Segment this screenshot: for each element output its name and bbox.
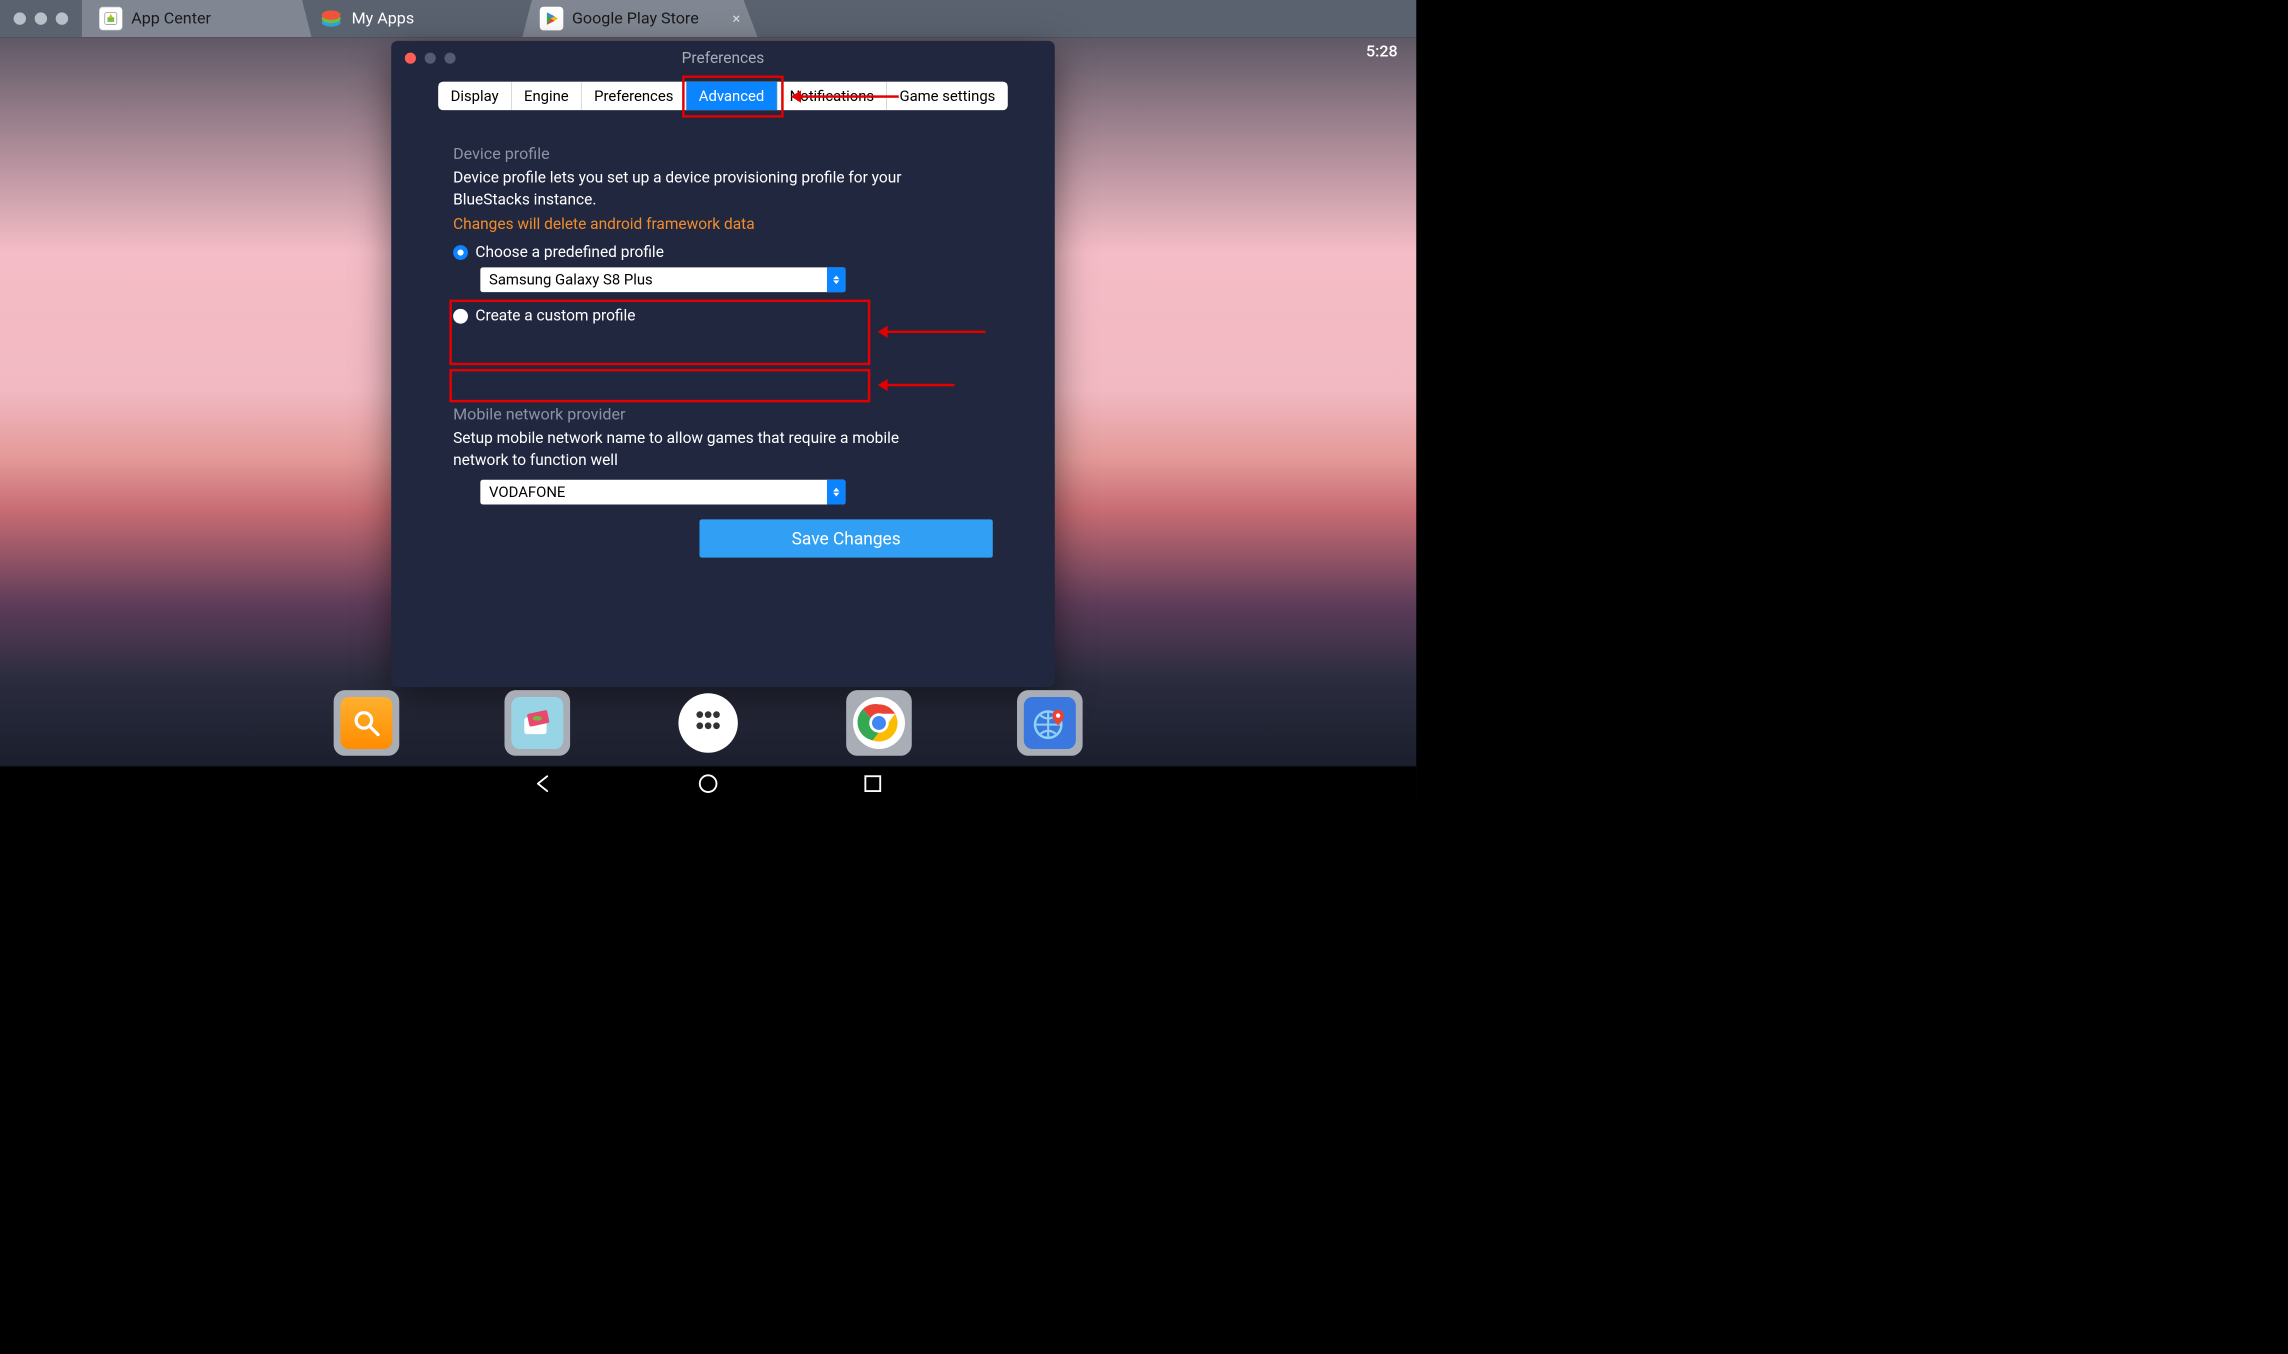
device-profile-description: Device profile lets you set up a device …: [453, 167, 948, 210]
traffic-zoom[interactable]: [56, 12, 68, 24]
tab-label: App Center: [131, 9, 211, 28]
radio-label: Create a custom profile: [475, 307, 635, 325]
network-description: Setup mobile network name to allow games…: [453, 428, 948, 471]
window-traffic-lights: [0, 0, 82, 37]
seg-preferences[interactable]: Preferences: [582, 82, 687, 110]
status-time: 5:28: [1366, 42, 1398, 61]
dock-app-drawer[interactable]: [675, 690, 741, 756]
tab-label: My Apps: [352, 9, 415, 28]
seg-advanced[interactable]: Advanced: [686, 82, 777, 110]
select-value: VODAFONE: [489, 483, 565, 500]
play-store-icon: [540, 7, 564, 31]
save-label: Save Changes: [792, 528, 901, 548]
window-tabbar: App Center My Apps Google Play Store ×: [0, 0, 1416, 37]
close-icon[interactable]: ×: [732, 10, 740, 27]
apps-icon: [678, 693, 737, 752]
chrome-icon: [853, 697, 905, 749]
dock-maps[interactable]: [1017, 690, 1083, 756]
network-heading: Mobile network provider: [453, 405, 993, 424]
radio-icon: [453, 309, 468, 324]
prefs-segmented-control: Display Engine Preferences Advanced Noti…: [438, 82, 1007, 110]
device-profile-warning: Changes will delete android framework da…: [453, 215, 993, 233]
radio-predefined-profile[interactable]: Choose a predefined profile: [453, 243, 993, 261]
seg-display[interactable]: Display: [438, 82, 511, 110]
tab-label: Google Play Store: [572, 9, 699, 28]
predefined-profile-select[interactable]: Samsung Galaxy S8 Plus: [480, 267, 845, 292]
annotation-box-custom: [449, 369, 870, 402]
radio-custom-profile[interactable]: Create a custom profile: [453, 307, 993, 325]
dock-chrome[interactable]: [846, 690, 912, 756]
tab-my-apps[interactable]: My Apps: [302, 0, 537, 37]
radio-icon: [453, 245, 468, 260]
tab-app-center[interactable]: App Center: [82, 0, 317, 37]
nav-recents-button[interactable]: [862, 773, 884, 798]
annotation-arrow-custom: [880, 384, 954, 386]
android-nav-bar: [0, 766, 1416, 803]
device-profile-heading: Device profile: [453, 145, 993, 164]
dock-media-manager[interactable]: [504, 690, 570, 756]
search-icon: [340, 697, 392, 749]
nav-back-button[interactable]: [532, 773, 554, 798]
radio-label: Choose a predefined profile: [475, 243, 664, 261]
traffic-minimize[interactable]: [35, 12, 47, 24]
globe-pin-icon: [1024, 697, 1076, 749]
tab-google-play-store[interactable]: Google Play Store ×: [522, 0, 757, 37]
traffic-close[interactable]: [14, 12, 26, 24]
chevron-updown-icon: [827, 267, 846, 292]
prefs-titlebar: Preferences: [391, 41, 1055, 76]
annotation-arrow-advanced: [794, 95, 899, 97]
appcenter-icon: [99, 7, 123, 31]
preferences-window: Preferences Display Engine Preferences A…: [391, 41, 1055, 687]
nav-home-button[interactable]: [697, 773, 719, 798]
annotation-arrow-predefined: [880, 331, 985, 333]
prefs-title: Preferences: [391, 49, 1055, 67]
select-value: Samsung Galaxy S8 Plus: [489, 271, 653, 288]
save-changes-button[interactable]: Save Changes: [699, 519, 992, 557]
dock: [0, 680, 1416, 767]
seg-game-settings[interactable]: Game settings: [887, 82, 1008, 110]
media-icon: [511, 697, 563, 749]
bluestacks-icon: [319, 7, 343, 31]
seg-engine[interactable]: Engine: [512, 82, 582, 110]
dock-search[interactable]: [334, 690, 400, 756]
network-provider-select[interactable]: VODAFONE: [480, 480, 845, 505]
chevron-updown-icon: [827, 480, 846, 505]
desktop-background: 5:28 Preferences Display Engine Preferen…: [0, 37, 1416, 803]
